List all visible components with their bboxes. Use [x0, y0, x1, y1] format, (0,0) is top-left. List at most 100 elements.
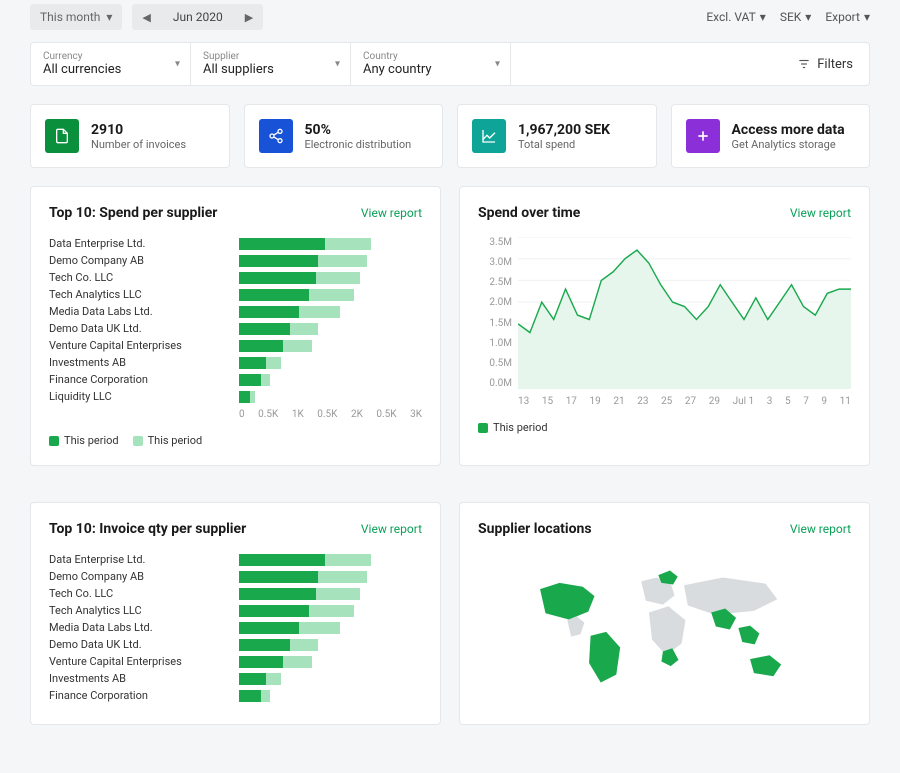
view-report-link[interactable]: View report	[361, 206, 422, 220]
hbar-track	[239, 374, 422, 386]
hbar-track	[239, 554, 422, 566]
panel-spend-supplier: Top 10: Spend per supplier View report D…	[30, 186, 441, 466]
filter-icon	[797, 57, 811, 71]
hbar-track	[239, 673, 422, 685]
document-icon	[45, 119, 79, 153]
hbar-track	[239, 391, 422, 403]
card-label: Number of invoices	[91, 138, 186, 151]
hbar-track	[239, 357, 422, 369]
view-report-link[interactable]: View report	[790, 206, 851, 220]
panel-invoice-qty: Top 10: Invoice qty per supplier View re…	[30, 502, 441, 725]
hbar-track	[239, 306, 422, 318]
hbar-track	[239, 255, 422, 267]
next-arrow[interactable]: ▶	[237, 7, 261, 28]
hbar-label: Investments AB	[49, 672, 239, 685]
hbar-row: Demo Data UK Ltd.	[49, 638, 422, 651]
card-access[interactable]: Access more dataGet Analytics storage	[671, 104, 871, 168]
period-label: This month	[40, 10, 100, 24]
card-value: 50%	[305, 122, 412, 138]
hbar-track	[239, 622, 422, 634]
hbar-label: Tech Co. LLC	[49, 587, 239, 600]
card-label: Get Analytics storage	[732, 138, 845, 151]
hbar-label: Investments AB	[49, 356, 239, 369]
panel-title: Top 10: Invoice qty per supplier	[49, 521, 246, 537]
hbar-row: Tech Analytics LLC	[49, 288, 422, 301]
chart-icon	[472, 119, 506, 153]
prev-arrow[interactable]: ◀	[134, 7, 158, 28]
vat-toggle[interactable]: Excl. VAT ▾	[706, 10, 765, 24]
card-value: 2910	[91, 122, 186, 138]
hbar-row: Data Enterprise Ltd.	[49, 553, 422, 566]
legend-item: This period	[49, 434, 119, 447]
hbar-track	[239, 605, 422, 617]
hbar-label: Venture Capital Enterprises	[49, 339, 239, 352]
hbar-label: Demo Data UK Ltd.	[49, 322, 239, 335]
filters-button[interactable]: Filters	[781, 43, 869, 85]
filter-currency[interactable]: Currency All currencies ▾	[31, 43, 191, 85]
hbar-row: Tech Co. LLC	[49, 587, 422, 600]
view-report-link[interactable]: View report	[361, 522, 422, 536]
hbar-track	[239, 238, 422, 250]
hbar-label: Demo Company AB	[49, 254, 239, 267]
hbar-label: Tech Analytics LLC	[49, 288, 239, 301]
card-spend: 1,967,200 SEKTotal spend	[457, 104, 657, 168]
hbar-row: Liquidity LLC	[49, 390, 422, 403]
hbar-chart: Data Enterprise Ltd. Demo Company AB Tech …	[49, 553, 422, 702]
hbar-label: Data Enterprise Ltd.	[49, 237, 239, 250]
filter-supplier[interactable]: Supplier All suppliers ▾	[191, 43, 351, 85]
filter-bar: Currency All currencies ▾ Supplier All s…	[30, 42, 870, 86]
panel-title: Supplier locations	[478, 521, 592, 537]
hbar-label: Demo Company AB	[49, 570, 239, 583]
filter-label: Country	[363, 51, 498, 62]
chevron-down-icon: ▾	[805, 10, 811, 24]
panel-spend-time: Spend over time View report 3.5M3.0M2.5M…	[459, 186, 870, 466]
period-selector[interactable]: This month ▾	[30, 4, 122, 30]
hbar-row: Investments AB	[49, 356, 422, 369]
hbar-row: Tech Analytics LLC	[49, 604, 422, 617]
chevron-down-icon: ▾	[175, 59, 180, 70]
hbar-label: Demo Data UK Ltd.	[49, 638, 239, 651]
filters-label: Filters	[817, 57, 853, 72]
chevron-down-icon: ▾	[495, 59, 500, 70]
hbar-row: Demo Data UK Ltd.	[49, 322, 422, 335]
share-icon	[259, 119, 293, 153]
hbar-row: Tech Co. LLC	[49, 271, 422, 284]
hbar-row: Venture Capital Enterprises	[49, 655, 422, 668]
hbar-track	[239, 323, 422, 335]
hbar-label: Finance Corporation	[49, 689, 239, 702]
chevron-down-icon: ▾	[335, 59, 340, 70]
filter-label: Currency	[43, 51, 178, 62]
hbar-row: Data Enterprise Ltd.	[49, 237, 422, 250]
hbar-track	[239, 272, 422, 284]
card-label: Electronic distribution	[305, 138, 412, 151]
chevron-down-icon: ▾	[106, 10, 112, 24]
card-invoices: 2910Number of invoices	[30, 104, 230, 168]
hbar-row: Venture Capital Enterprises	[49, 339, 422, 352]
chevron-down-icon: ▾	[760, 10, 766, 24]
x-axis: 00.5K1K0.5K2K0.5K3K	[239, 409, 422, 420]
hbar-label: Media Data Labs Ltd.	[49, 621, 239, 634]
hbar-label: Media Data Labs Ltd.	[49, 305, 239, 318]
hbar-row: Finance Corporation	[49, 689, 422, 702]
hbar-track	[239, 639, 422, 651]
filter-value: All currencies	[43, 62, 178, 77]
date-navigator: ◀ Jun 2020 ▶	[132, 4, 263, 30]
world-map	[478, 553, 851, 703]
hbar-row: Investments AB	[49, 672, 422, 685]
export-button[interactable]: Export ▾	[825, 10, 870, 24]
hbar-label: Venture Capital Enterprises	[49, 655, 239, 668]
filter-label: Supplier	[203, 51, 338, 62]
date-label: Jun 2020	[163, 6, 233, 28]
currency-toggle[interactable]: SEK ▾	[780, 10, 812, 24]
panel-title: Spend over time	[478, 205, 580, 221]
hbar-row: Finance Corporation	[49, 373, 422, 386]
filter-value: All suppliers	[203, 62, 338, 77]
hbar-label: Finance Corporation	[49, 373, 239, 386]
filter-value: Any country	[363, 62, 498, 77]
hbar-row: Demo Company AB	[49, 570, 422, 583]
card-label: Total spend	[518, 138, 610, 151]
view-report-link[interactable]: View report	[790, 522, 851, 536]
legend-item: This period	[133, 434, 203, 447]
hbar-track	[239, 656, 422, 668]
filter-country[interactable]: Country Any country ▾	[351, 43, 511, 85]
